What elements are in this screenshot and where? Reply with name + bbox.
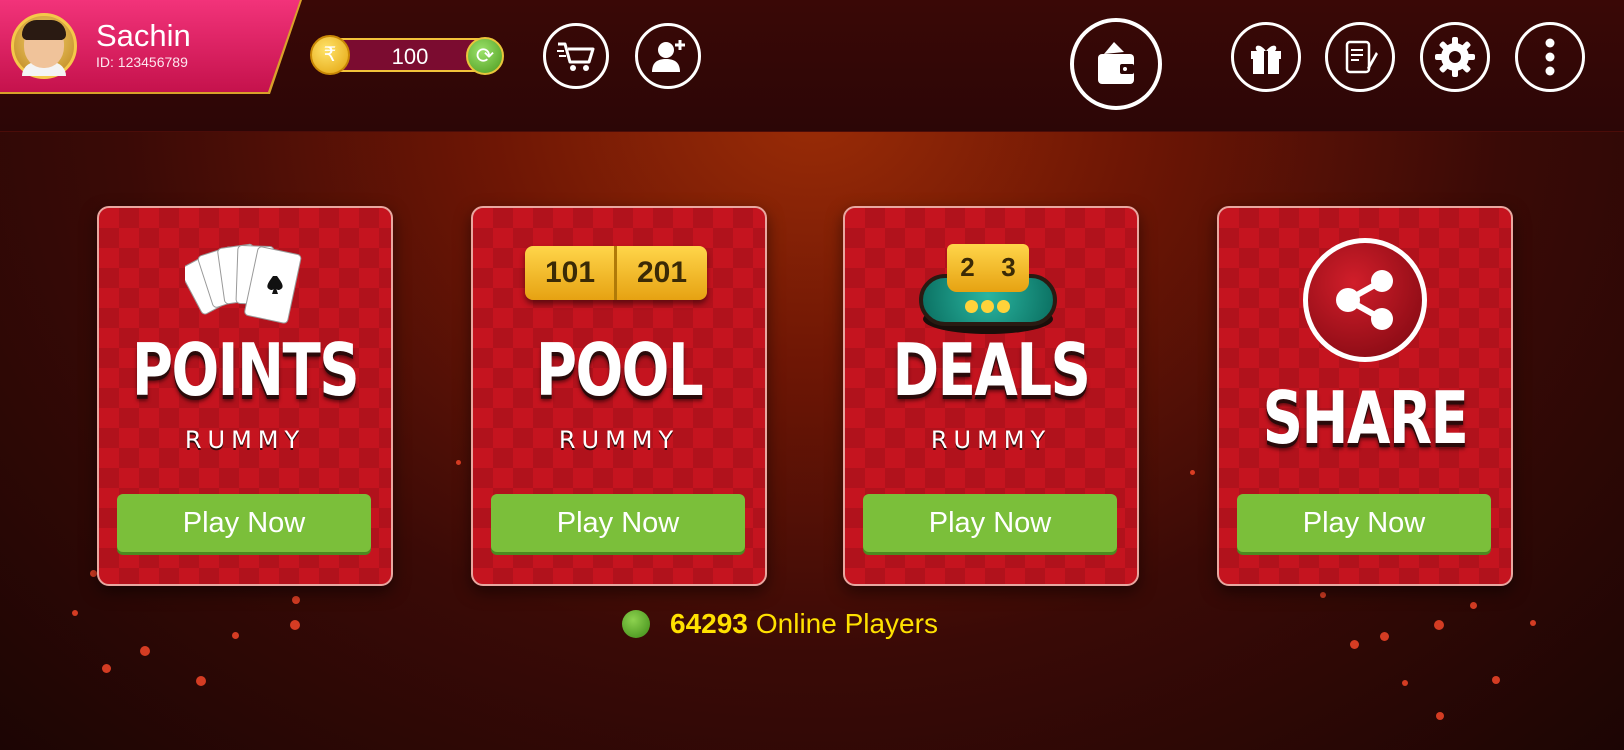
- wallet-button[interactable]: [1070, 18, 1162, 110]
- spark: [1402, 680, 1408, 686]
- spark: [102, 664, 111, 673]
- gift-button[interactable]: [1231, 22, 1301, 92]
- gift-icon: [1251, 45, 1281, 74]
- game-card-share[interactable]: SHARE Play Now: [1217, 206, 1513, 586]
- play-now-button[interactable]: Play Now: [1237, 494, 1491, 552]
- spark: [292, 596, 300, 604]
- spark: [290, 620, 300, 630]
- refresh-icon[interactable]: ⟳: [466, 37, 504, 75]
- top-bar: Sachin ID: 123456789 100 ₹ ⟳: [0, 0, 1624, 132]
- gear-icon: [1435, 37, 1475, 77]
- history-button[interactable]: [1325, 22, 1395, 92]
- username: Sachin: [96, 18, 191, 53]
- spark: [1320, 592, 1326, 598]
- deals-badge-right: 3: [1001, 252, 1016, 282]
- online-count: 64293: [670, 608, 748, 639]
- playing-cards-icon: [185, 243, 302, 324]
- spark: [1470, 602, 1477, 609]
- spark: [232, 632, 239, 639]
- balance-value: 100: [391, 44, 429, 69]
- spark: [1434, 620, 1444, 630]
- cart-button[interactable]: [543, 23, 609, 89]
- share-circle: [1303, 238, 1427, 362]
- play-now-button[interactable]: Play Now: [117, 494, 371, 552]
- settings-button[interactable]: [1420, 22, 1490, 92]
- pool-badge-icon: 101 201: [525, 246, 707, 300]
- spark: [1436, 712, 1444, 720]
- share-icon: [1336, 270, 1393, 330]
- card-subtitle: RUMMY: [558, 426, 680, 454]
- card-title: POOL: [535, 328, 704, 412]
- more-button[interactable]: [1515, 22, 1585, 92]
- pool-badge-left: 101: [544, 256, 596, 289]
- spark: [1530, 620, 1536, 626]
- spark: [72, 610, 78, 616]
- online-status-dot: [622, 610, 650, 638]
- spark: [1190, 470, 1195, 475]
- cart-icon: [557, 42, 595, 71]
- game-card-points[interactable]: POINTS RUMMY Play Now: [97, 206, 393, 586]
- deals-badge-left: 2: [960, 252, 975, 282]
- user-id: ID: 123456789: [96, 54, 188, 70]
- play-now-button[interactable]: Play Now: [863, 494, 1117, 552]
- spark: [196, 676, 206, 686]
- spark: [1492, 676, 1500, 684]
- deals-coins: [965, 300, 1011, 314]
- online-players: 64293 Online Players: [622, 606, 938, 642]
- spark: [140, 646, 150, 656]
- add-friend-button[interactable]: [635, 23, 701, 89]
- scroll-icon: [1345, 40, 1378, 74]
- spark: [1380, 632, 1389, 641]
- card-title: SHARE: [1262, 376, 1469, 460]
- spark: [1350, 640, 1359, 649]
- add-friend-icon: [652, 40, 685, 72]
- deals-book: 2 3: [947, 244, 1029, 292]
- wallet-icon: [1098, 42, 1134, 84]
- game-card-pool[interactable]: 101 201 POOL RUMMY Play Now: [471, 206, 767, 586]
- card-subtitle: RUMMY: [184, 426, 306, 454]
- card-title: POINTS: [131, 328, 360, 412]
- game-card-deals[interactable]: 2 3 DEALS RUMMY Play Now: [843, 206, 1139, 586]
- avatar-hair: [22, 20, 66, 40]
- more-vertical-icon: [1545, 38, 1555, 76]
- online-label: Online Players: [755, 608, 938, 639]
- spark: [90, 570, 97, 577]
- spark: [456, 460, 461, 465]
- coin: [997, 300, 1010, 313]
- avatar[interactable]: [11, 13, 77, 79]
- pool-badge-right: 201: [636, 256, 688, 289]
- card-title: DEALS: [892, 328, 1091, 412]
- coin: [965, 300, 978, 313]
- play-now-button[interactable]: Play Now: [491, 494, 745, 552]
- card-subtitle: RUMMY: [930, 426, 1052, 454]
- coin: [981, 300, 994, 313]
- rupee-coin-icon: ₹: [310, 35, 350, 75]
